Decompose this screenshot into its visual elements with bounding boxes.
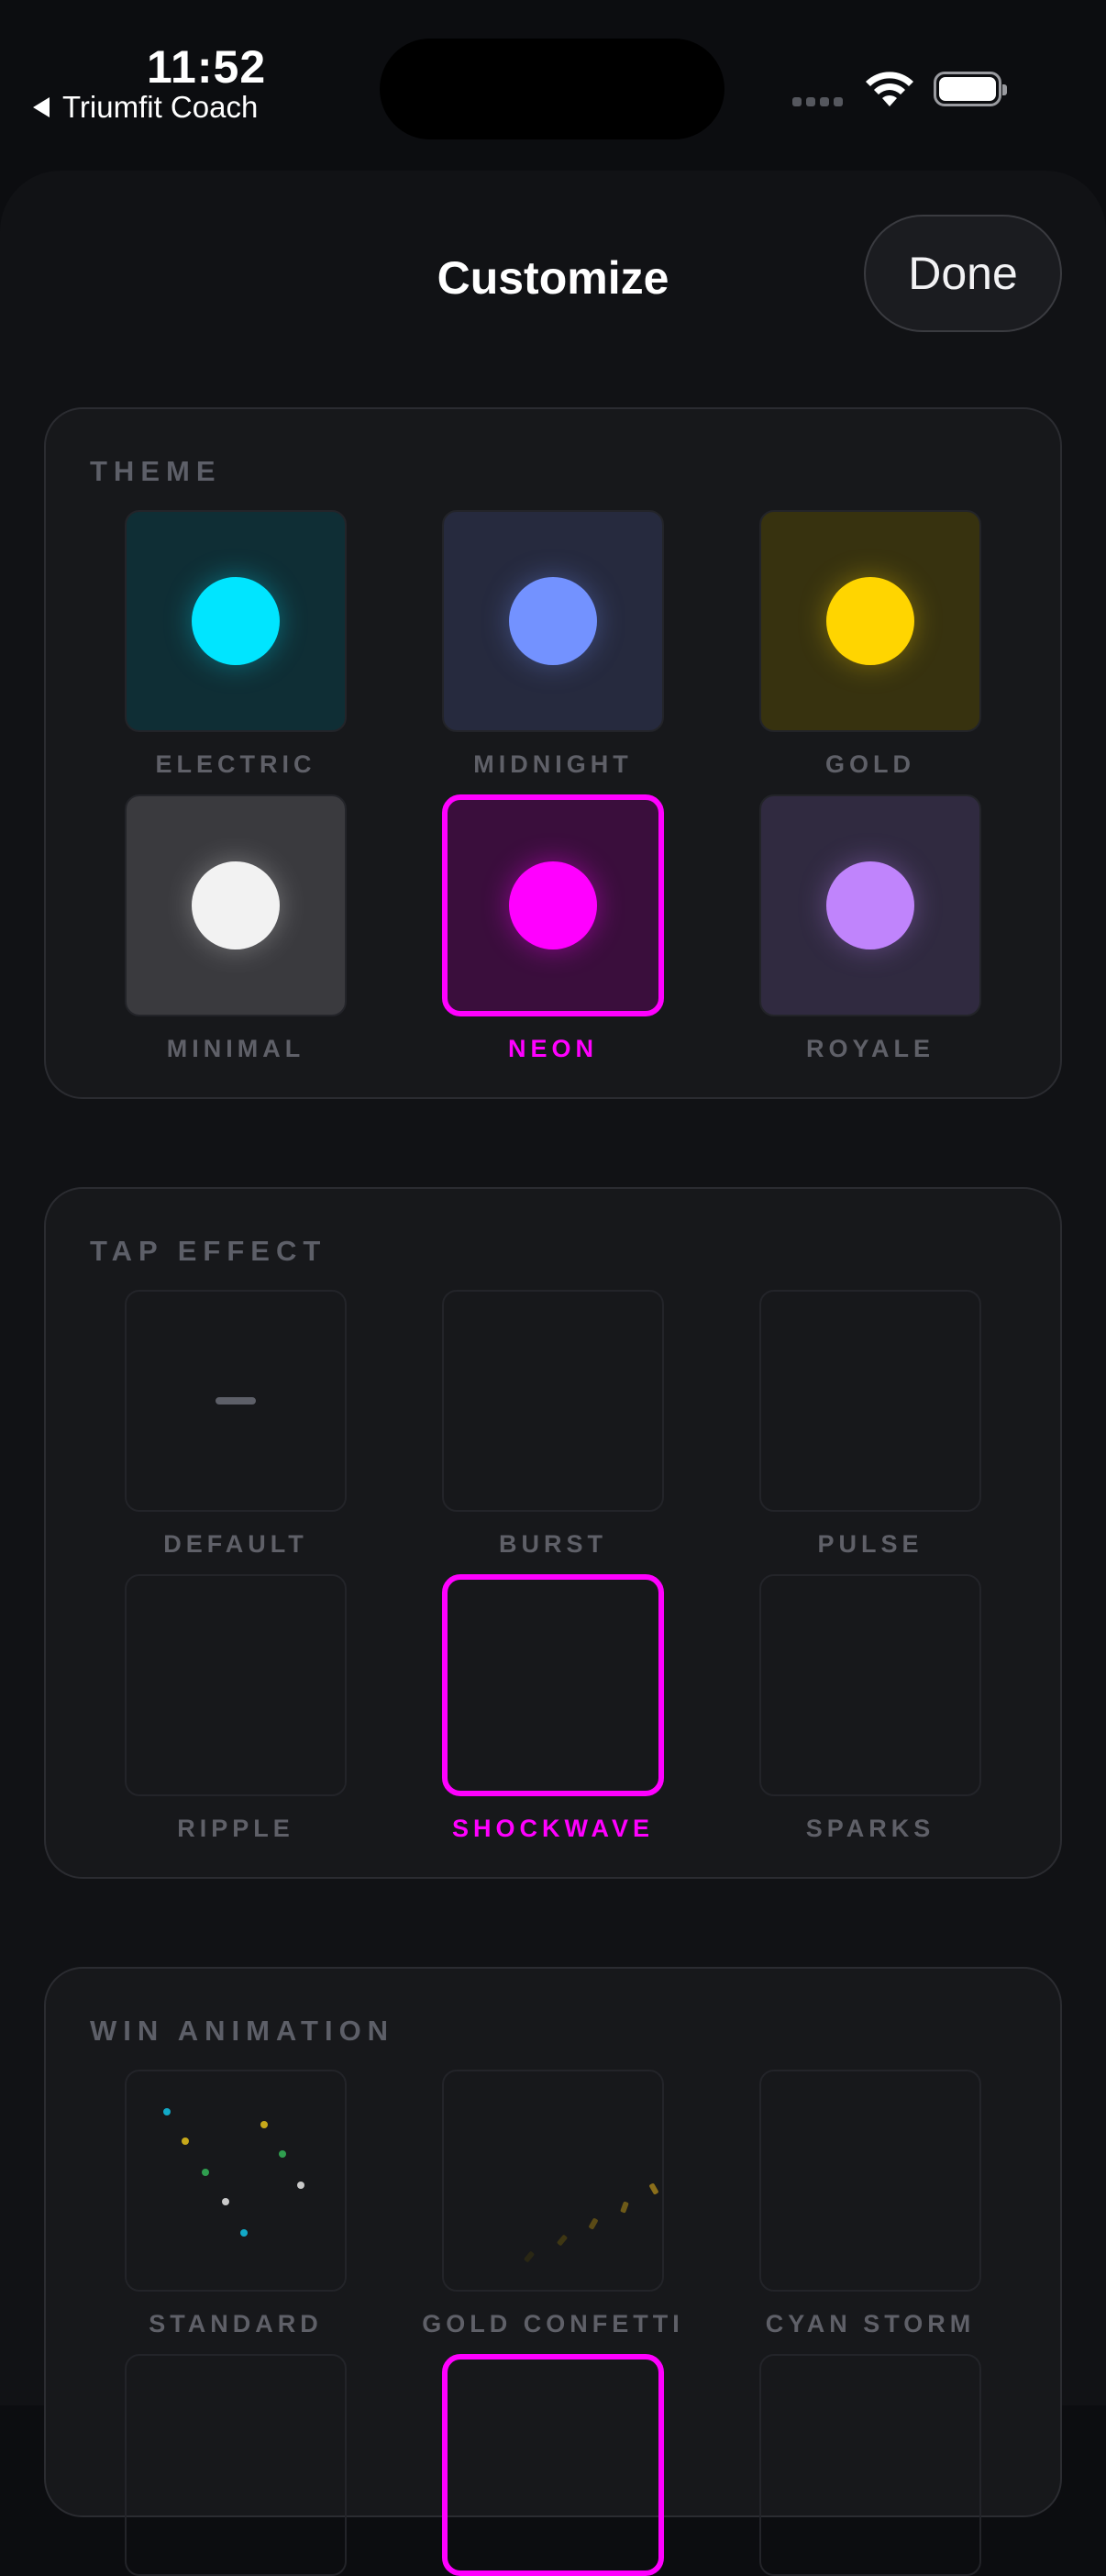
win-animation-option[interactable] (759, 2354, 981, 2576)
midnight-swatch-icon (509, 577, 597, 665)
tap-effect-label-shockwave: SHOCKWAVE (451, 1815, 654, 1842)
theme-section-title: THEME (90, 455, 222, 487)
back-triangle-icon (33, 97, 50, 117)
confetti-streak (648, 2182, 659, 2195)
status-time: 11:52 (147, 41, 267, 93)
confetti-dot (279, 2150, 286, 2158)
gold-swatch-icon (826, 577, 914, 665)
win-animation-option[interactable] (125, 2354, 347, 2576)
back-to-app-link[interactable]: Triumfit Coach (33, 90, 258, 125)
theme-label-midnight: MIDNIGHT (473, 750, 633, 778)
theme-label-electric: ELECTRIC (155, 750, 316, 778)
royale-swatch-icon (826, 861, 914, 949)
theme-card: THEME ELECTRIC MIDNIGHT GOLD MINIMAL NEO… (44, 407, 1062, 1099)
done-button[interactable]: Done (864, 215, 1062, 332)
win-animation-option-selected[interactable] (442, 2354, 664, 2576)
wifi-icon (866, 72, 913, 106)
theme-option-electric[interactable] (125, 510, 347, 732)
win-animation-option-standard[interactable] (125, 2070, 347, 2292)
confetti-dot (202, 2169, 209, 2176)
confetti-dot (297, 2182, 304, 2189)
theme-option-gold[interactable] (759, 510, 981, 732)
win-animation-option-cyan-storm[interactable] (759, 2070, 981, 2292)
electric-swatch-icon (192, 577, 280, 665)
minimal-swatch-icon (192, 861, 280, 949)
tap-effect-card: TAP EFFECT DEFAULT BURST PULSE RIPPLE SH… (44, 1187, 1062, 1879)
tap-effect-option-pulse[interactable] (759, 1290, 981, 1512)
confetti-streak (620, 2201, 629, 2214)
win-animation-option-gold-confetti[interactable] (442, 2070, 664, 2292)
theme-option-royale[interactable] (759, 794, 981, 1016)
tap-effect-option-sparks[interactable] (759, 1574, 981, 1796)
back-app-label: Triumfit Coach (62, 90, 259, 124)
confetti-dot (222, 2198, 229, 2205)
tap-effect-label-default: DEFAULT (163, 1530, 308, 1558)
tap-effect-option-burst[interactable] (442, 1290, 664, 1512)
dash-icon (216, 1397, 256, 1405)
theme-option-neon[interactable] (442, 794, 664, 1016)
win-animation-card: WIN ANIMATION STANDARD GOLD CONFETTI CYA… (44, 1967, 1062, 2576)
tap-effect-option-default[interactable] (125, 1290, 347, 1512)
confetti-streak (588, 2217, 599, 2230)
win-animation-label-standard: STANDARD (149, 2310, 323, 2337)
tap-effect-label-pulse: PULSE (817, 1530, 924, 1558)
theme-label-neon: NEON (507, 1035, 598, 1062)
tap-effect-label-ripple: RIPPLE (177, 1815, 294, 1842)
battery-icon (934, 72, 1007, 106)
tap-effect-option-ripple[interactable] (125, 1574, 347, 1796)
theme-option-minimal[interactable] (125, 794, 347, 1016)
win-animation-label-gold-confetti: GOLD CONFETTI (422, 2310, 684, 2337)
theme-label-minimal: MINIMAL (166, 1035, 305, 1062)
neon-swatch-icon (509, 861, 597, 949)
dynamic-island (380, 39, 724, 139)
win-animation-label-cyan-storm: CYAN STORM (765, 2310, 976, 2337)
confetti-dot (182, 2137, 189, 2145)
tap-effect-option-shockwave[interactable] (442, 1574, 664, 1796)
win-animation-section-title: WIN ANIMATION (90, 2015, 395, 2047)
confetti-dot (240, 2229, 248, 2237)
tap-effect-label-burst: BURST (499, 1530, 607, 1558)
status-bar: 11:52 Triumfit Coach (0, 0, 1106, 165)
confetti-dot (163, 2108, 171, 2115)
theme-label-gold: GOLD (825, 750, 915, 778)
theme-option-midnight[interactable] (442, 510, 664, 732)
theme-label-royale: ROYALE (805, 1035, 935, 1062)
tap-effect-label-sparks: SPARKS (805, 1815, 935, 1842)
customize-sheet: Customize Done THEME ELECTRIC MIDNIGHT G… (0, 171, 1106, 2576)
confetti-streak (556, 2234, 569, 2247)
confetti-streak (523, 2250, 536, 2263)
signal-dots-icon (792, 97, 843, 106)
tap-effect-section-title: TAP EFFECT (90, 1235, 327, 1267)
confetti-dot (260, 2121, 268, 2128)
